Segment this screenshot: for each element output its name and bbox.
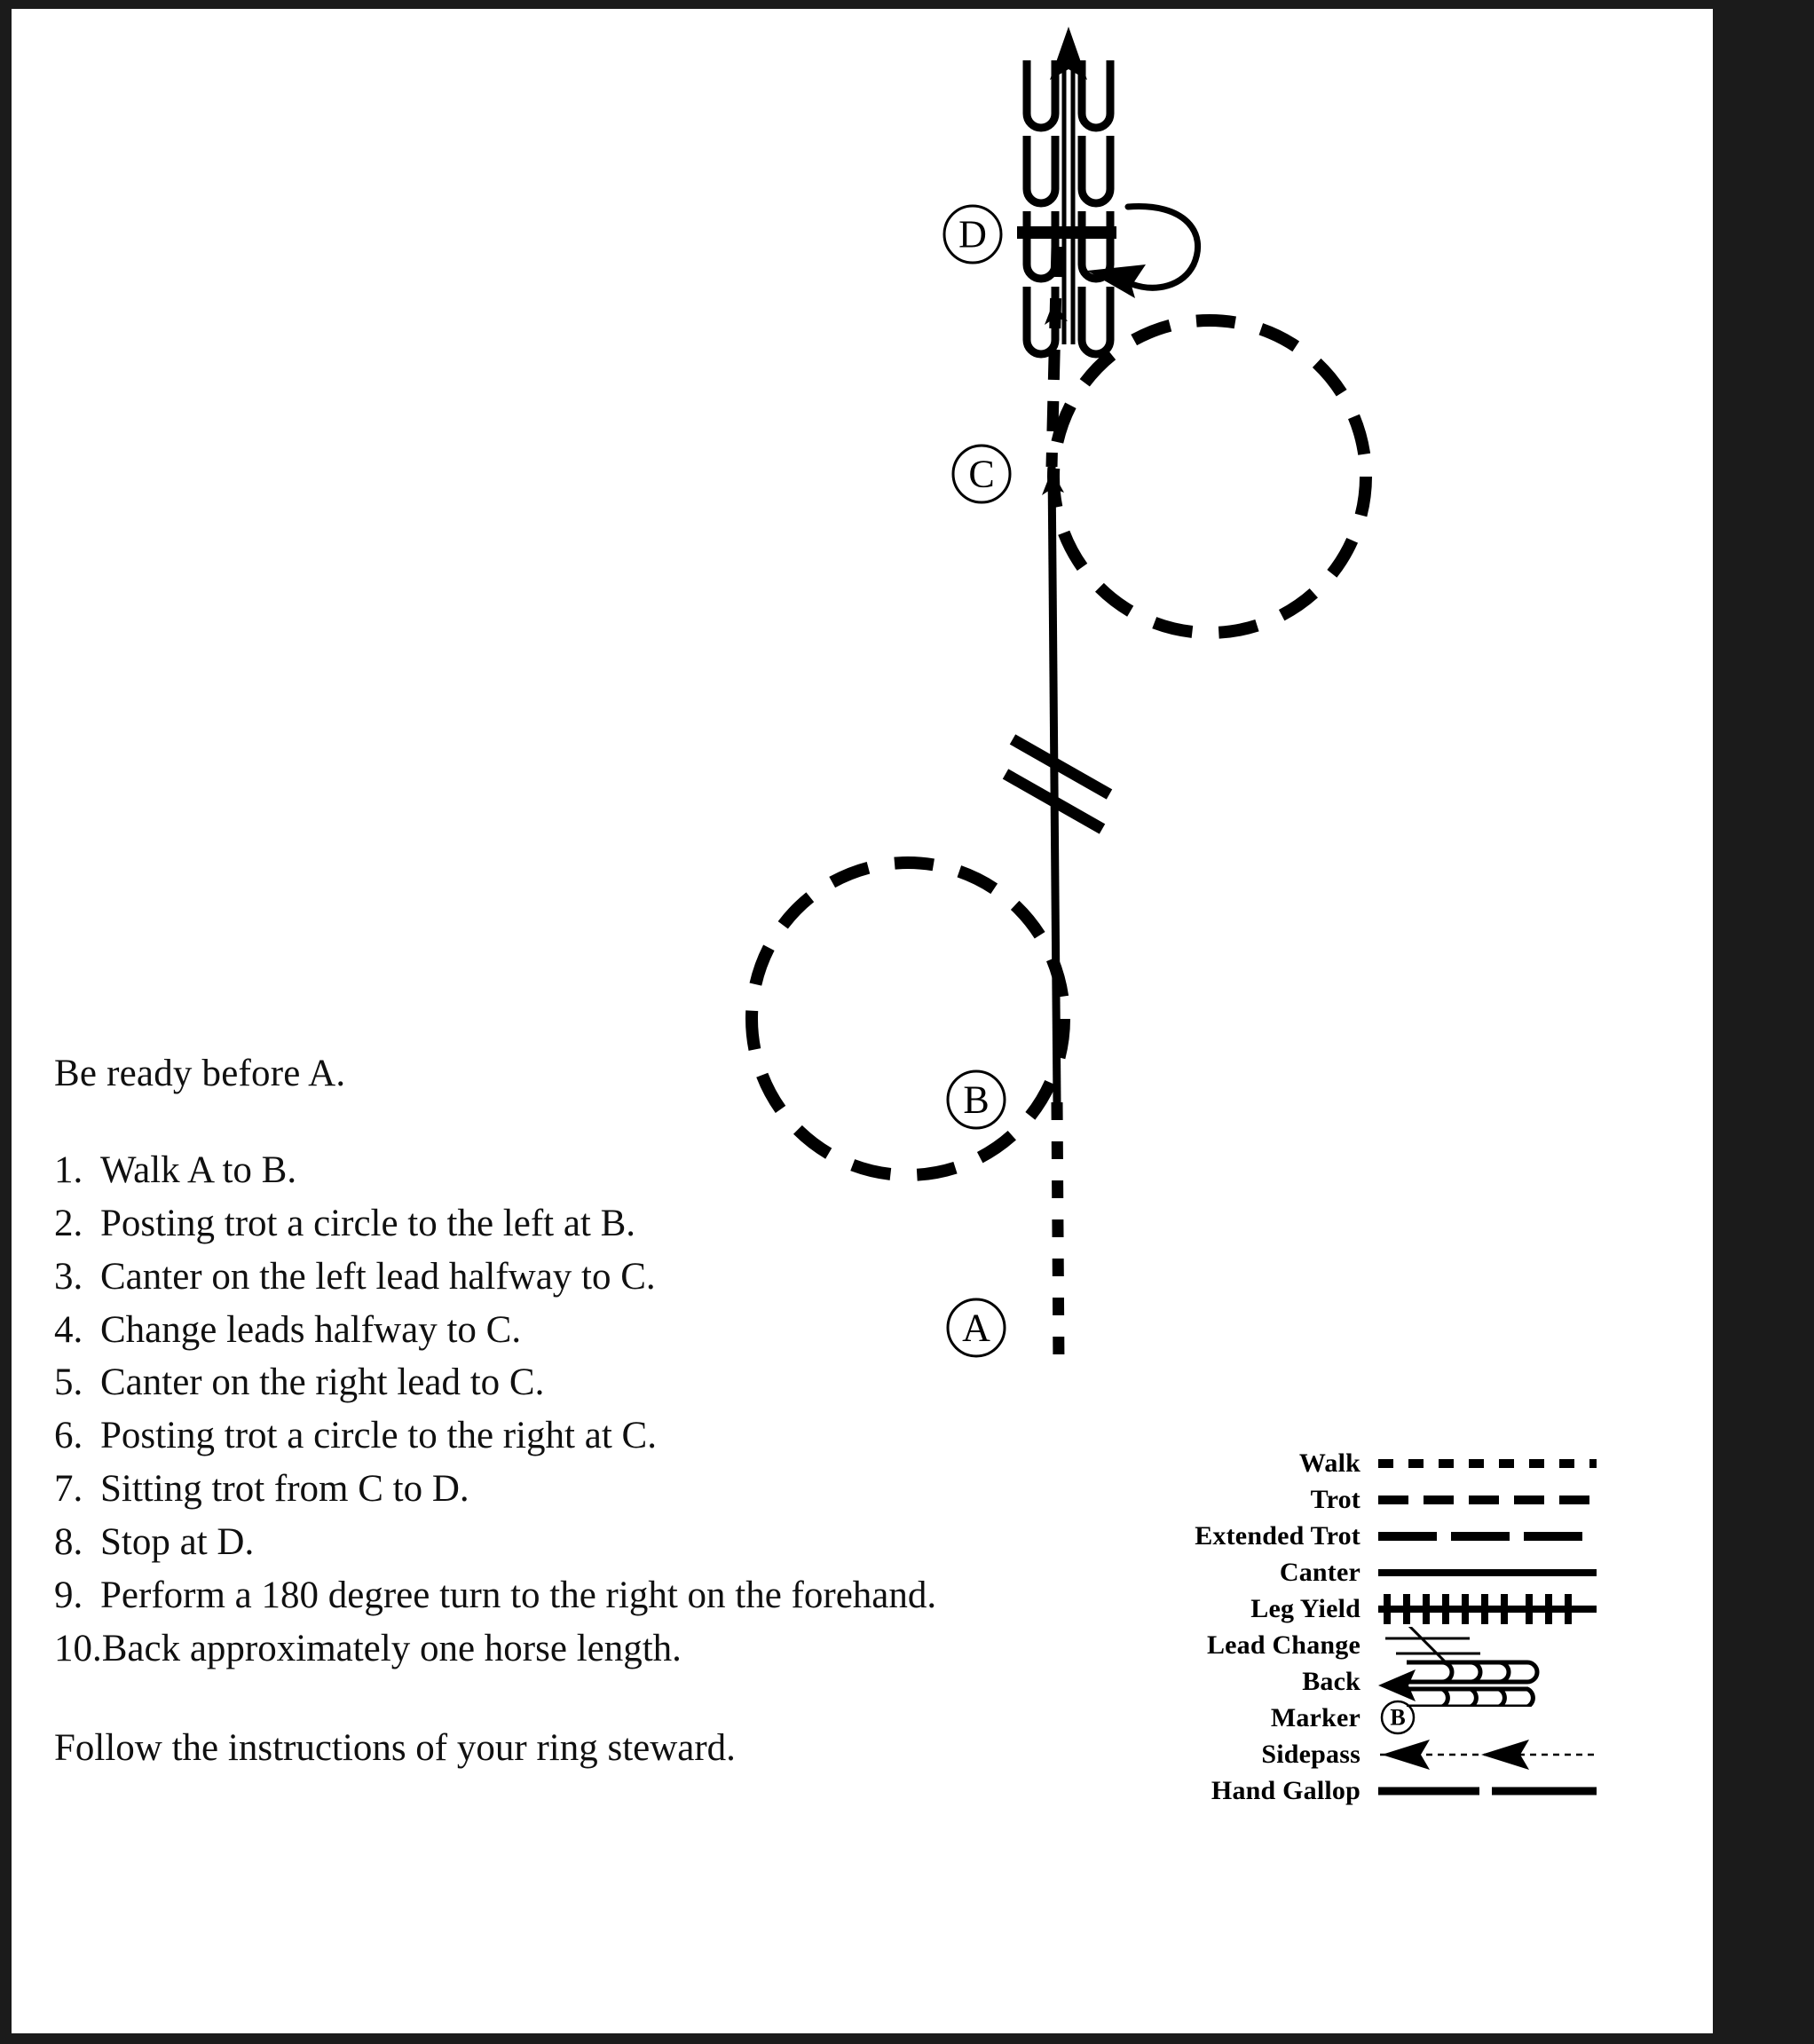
legend-symbol-marker: B xyxy=(1376,1700,1598,1736)
step-text: Perform a 180 degree turn to the right o… xyxy=(100,1574,937,1616)
page-frame: A B C D Be ready before A. 1. Walk A to B… xyxy=(12,9,1713,2033)
step-number: 6. xyxy=(54,1415,83,1457)
legend-symbol-back xyxy=(1376,1660,1598,1707)
marker-d-label: D xyxy=(958,213,987,256)
trot-circle-at-c xyxy=(1047,314,1372,639)
legend-label-leg-yield: Leg Yield xyxy=(1250,1593,1360,1623)
legend-label-marker: Marker xyxy=(1270,1702,1360,1732)
legend-row-walk: Walk xyxy=(1103,1445,1707,1481)
segment-canter-b-to-c xyxy=(1047,466,1061,1103)
legend-symbol-walk xyxy=(1376,1445,1598,1481)
legend-symbol-hand-gallop xyxy=(1376,1772,1598,1809)
list-item: 5. Canter on the right lead to C. xyxy=(54,1363,1004,1402)
medium-dashed-line-icon xyxy=(1378,1496,1597,1504)
step-number: 2. xyxy=(54,1202,83,1244)
legend-row-sidepass: Sidepass xyxy=(1103,1736,1707,1772)
step-number: 7. xyxy=(54,1468,83,1511)
step-text: Canter on the right lead to C. xyxy=(100,1361,545,1404)
step-text: Change leads halfway to C. xyxy=(100,1308,522,1351)
legend-symbol-extended-trot xyxy=(1376,1518,1598,1554)
list-item: 9. Perform a 180 degree turn to the right… xyxy=(54,1574,1004,1616)
closing-line: Follow the instructions of your ring ste… xyxy=(54,1726,736,1769)
legend-label-back: Back xyxy=(1302,1666,1360,1696)
legend-marker-letter: B xyxy=(1390,1705,1405,1731)
legend-label-walk: Walk xyxy=(1298,1448,1360,1478)
lettered-circle-icon: B xyxy=(1380,1700,1416,1735)
legend-label-hand-gallop: Hand Gallop xyxy=(1211,1775,1360,1805)
list-item: 8. Stop at D. xyxy=(54,1523,1004,1562)
ticked-line-icon xyxy=(1378,1594,1597,1624)
step-number: 4. xyxy=(54,1308,83,1351)
double-left-arrowheads-dotted-icon xyxy=(1380,1740,1597,1770)
back-symbol-icon-right xyxy=(1077,60,1115,359)
broken-solid-line-icon xyxy=(1378,1787,1597,1795)
legend-symbol-canter xyxy=(1376,1554,1598,1590)
list-item: 2. Posting trot a circle to the left at B… xyxy=(54,1204,1004,1243)
legend-row-back: Back xyxy=(1103,1660,1707,1707)
spacer-after-intro xyxy=(54,1093,1004,1151)
list-item: 1. Walk A to B. xyxy=(54,1151,1004,1190)
legend-symbol-trot xyxy=(1376,1481,1598,1518)
legend-row-trot: Trot xyxy=(1103,1481,1707,1518)
step-text: Posting trot a circle to the left at B. xyxy=(100,1202,636,1244)
step-number: 1. xyxy=(54,1149,83,1191)
step-text: Canter on the left lead halfway to C. xyxy=(100,1255,656,1298)
step-text: Posting trot a circle to the right at C. xyxy=(100,1415,657,1457)
legend-label-canter: Canter xyxy=(1279,1557,1360,1587)
step-text: Stop at D. xyxy=(100,1521,255,1564)
turn-arrow-curve xyxy=(1124,203,1201,291)
legend-label-lead-change: Lead Change xyxy=(1206,1630,1360,1660)
legend-symbol-sidepass xyxy=(1376,1736,1598,1772)
legend-label-trot: Trot xyxy=(1310,1484,1360,1514)
step-number: 3. xyxy=(54,1255,83,1298)
legend: Walk Trot Extended Trot Canter Leg Yield… xyxy=(1103,1445,1707,1809)
list-item: 7. Sitting trot from C to D. xyxy=(54,1470,1004,1509)
step-number: 10. xyxy=(54,1627,102,1669)
step-number: 5. xyxy=(54,1361,83,1404)
step-text: Sitting trot from C to D. xyxy=(100,1468,469,1511)
step-text: Back approximately one horse length. xyxy=(101,1627,682,1669)
legend-label-sidepass: Sidepass xyxy=(1261,1739,1360,1769)
back-arrowhead-icon xyxy=(1050,27,1087,80)
segment-walk-a-to-b xyxy=(1051,1101,1065,1368)
marker-c: C xyxy=(951,444,1012,504)
steps-list: 1. Walk A to B. 2. Posting trot a circle t… xyxy=(54,1151,1004,1669)
intro-line: Be ready before A. xyxy=(54,1053,346,1094)
legend-row-leg-yield: Leg Yield xyxy=(1103,1590,1707,1627)
spacer-before-closing xyxy=(54,1683,1004,1729)
marker-d: D xyxy=(942,204,1003,264)
step-text: Walk A to B. xyxy=(100,1149,297,1191)
legend-row-hand-gallop: Hand Gallop xyxy=(1103,1772,1707,1809)
solid-line-icon xyxy=(1378,1569,1597,1576)
list-item: 6. Posting trot a circle to the right at … xyxy=(54,1417,1004,1456)
marker-c-label: C xyxy=(968,453,994,496)
legend-row-extended-trot: Extended Trot xyxy=(1103,1518,1707,1554)
list-item: 10.Back approximately one horse length. xyxy=(54,1627,1004,1669)
legend-label-extended-trot: Extended Trot xyxy=(1195,1520,1360,1551)
instructions-block: Be ready before A. 1. Walk A to B. 2. Post… xyxy=(54,1054,1004,1767)
legend-row-marker: Marker B xyxy=(1103,1700,1707,1736)
list-item: 3. Canter on the left lead halfway to C. xyxy=(54,1255,1004,1298)
short-dashed-line-icon xyxy=(1378,1459,1597,1468)
legend-symbol-leg-yield xyxy=(1376,1590,1598,1627)
legend-row-canter: Canter xyxy=(1103,1554,1707,1590)
step-number: 9. xyxy=(54,1574,83,1616)
long-dashed-line-icon xyxy=(1378,1532,1597,1541)
list-item: 4. Change leads halfway to C. xyxy=(54,1308,1004,1351)
step-number: 8. xyxy=(54,1521,83,1564)
